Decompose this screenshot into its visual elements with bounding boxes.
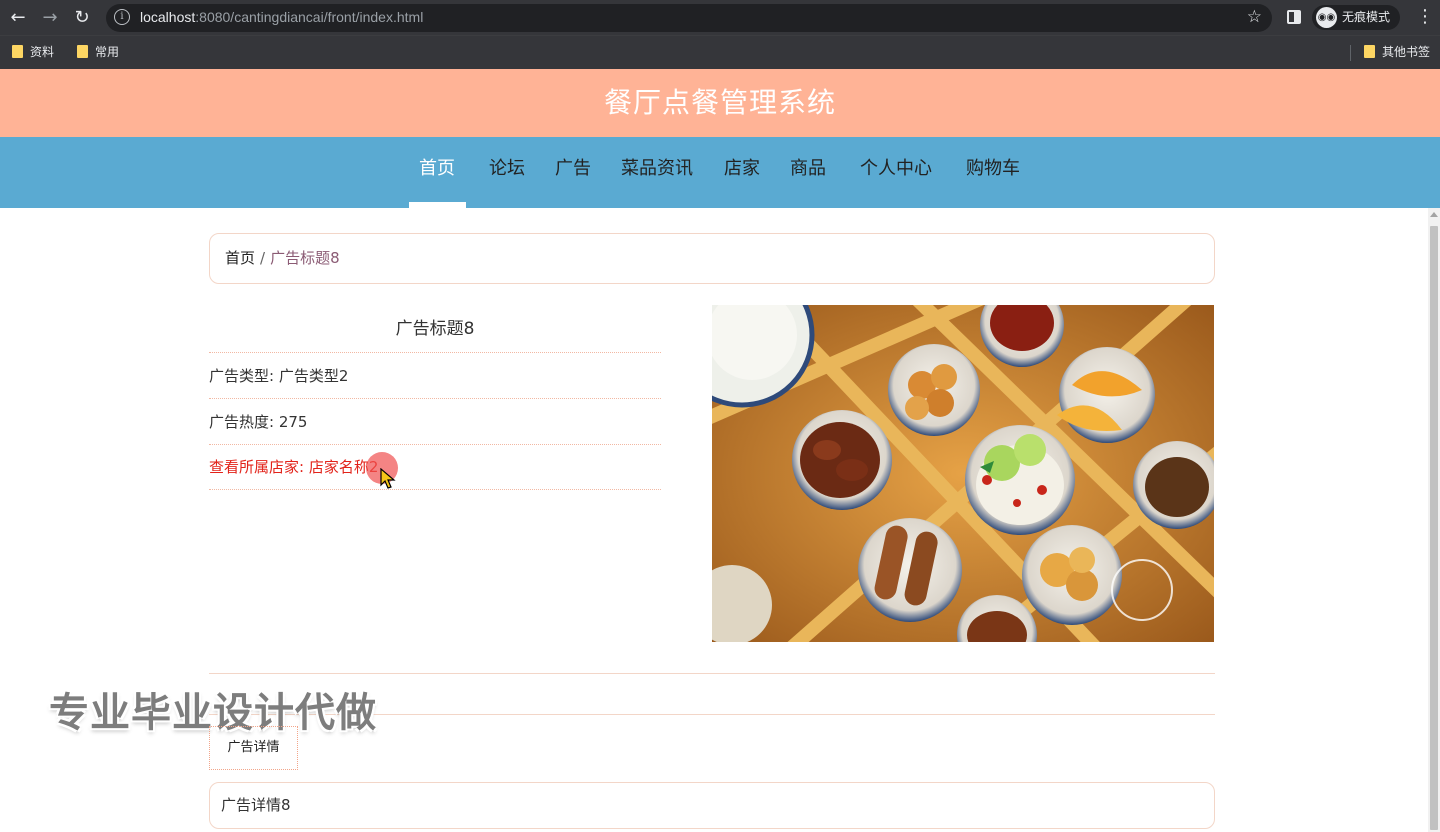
scrollbar-thumb[interactable]: [1430, 226, 1438, 830]
bookmark-folder-1[interactable]: 常用: [77, 44, 119, 60]
side-panel-icon[interactable]: [1287, 10, 1301, 24]
bookmarks-bar: 资料 常用 其他书签: [0, 35, 1440, 69]
incognito-badge[interactable]: ◉◉ 无痕模式: [1312, 5, 1401, 30]
view-shop-link[interactable]: 查看所属店家: 店家名称2: [209, 444, 661, 490]
folder-icon: [77, 45, 88, 58]
reload-icon[interactable]: ↻: [70, 6, 94, 30]
incognito-label: 无痕模式: [1342, 10, 1391, 24]
nav-item-dish-news[interactable]: 菜品资讯: [621, 157, 693, 181]
arrow-right-icon[interactable]: →: [38, 6, 62, 30]
nav-item-shops[interactable]: 店家: [724, 157, 760, 181]
ad-heat-row: 广告热度: 275: [209, 399, 661, 445]
breadcrumb-separator: /: [260, 249, 266, 267]
kebab-menu-icon[interactable]: ⋮: [1416, 6, 1434, 27]
star-icon[interactable]: ☆: [1247, 7, 1262, 27]
folder-icon: [12, 45, 23, 58]
bookmarks-divider: [1350, 45, 1351, 61]
address-bar[interactable]: i localhost:8080/cantingdiancai/front/in…: [106, 4, 1272, 32]
arrow-left-icon[interactable]: ←: [6, 6, 30, 30]
nav-item-forum[interactable]: 论坛: [489, 157, 525, 181]
browser-toolbar: ← → ↻ i localhost:8080/cantingdiancai/fr…: [0, 0, 1440, 35]
nav-item-user-center[interactable]: 个人中心: [860, 157, 932, 181]
nav-active-indicator: [409, 202, 466, 208]
main-nav: 首页 论坛 广告 菜品资讯 店家 商品 个人中心 购物车: [0, 137, 1440, 208]
nav-item-ads[interactable]: 广告: [555, 157, 591, 181]
ad-type-value: 广告类型2: [278, 367, 349, 385]
tab-ad-detail[interactable]: 广告详情: [209, 726, 298, 770]
breadcrumb-current: 广告标题8: [270, 249, 340, 267]
nav-item-home[interactable]: 首页: [419, 157, 455, 181]
breadcrumb-home[interactable]: 首页: [225, 249, 255, 267]
nav-item-products[interactable]: 商品: [790, 157, 826, 181]
bookmark-folder-0[interactable]: 资料: [12, 44, 54, 60]
section-divider-top: [209, 673, 1215, 674]
ad-title: 广告标题8: [209, 305, 661, 353]
view-shop-label: 查看所属店家: [209, 458, 300, 476]
other-bookmarks[interactable]: 其他书签: [1364, 44, 1430, 60]
folder-icon: [1364, 45, 1375, 58]
site-header: 餐厅点餐管理系统: [0, 69, 1440, 137]
nav-item-cart[interactable]: 购物车: [966, 157, 1020, 181]
ad-heat-label: 广告热度: [209, 413, 270, 431]
mouse-cursor-icon: [380, 468, 396, 489]
page-scrollbar[interactable]: [1428, 208, 1440, 832]
scroll-up-icon[interactable]: [1430, 212, 1438, 217]
url-text[interactable]: localhost:8080/cantingdiancai/front/inde…: [140, 9, 423, 25]
ad-heat-value: 275: [278, 413, 308, 431]
info-icon[interactable]: i: [114, 9, 130, 25]
ad-image: [712, 305, 1214, 642]
site-title: 餐厅点餐管理系统: [603, 86, 836, 119]
ad-type-label: 广告类型: [209, 367, 270, 385]
ad-type-row: 广告类型: 广告类型2: [209, 353, 661, 399]
ad-detail-content: 广告详情8: [209, 782, 1215, 829]
breadcrumb: 首页 / 广告标题8: [209, 233, 1215, 284]
incognito-icon: ◉◉: [1316, 7, 1337, 28]
